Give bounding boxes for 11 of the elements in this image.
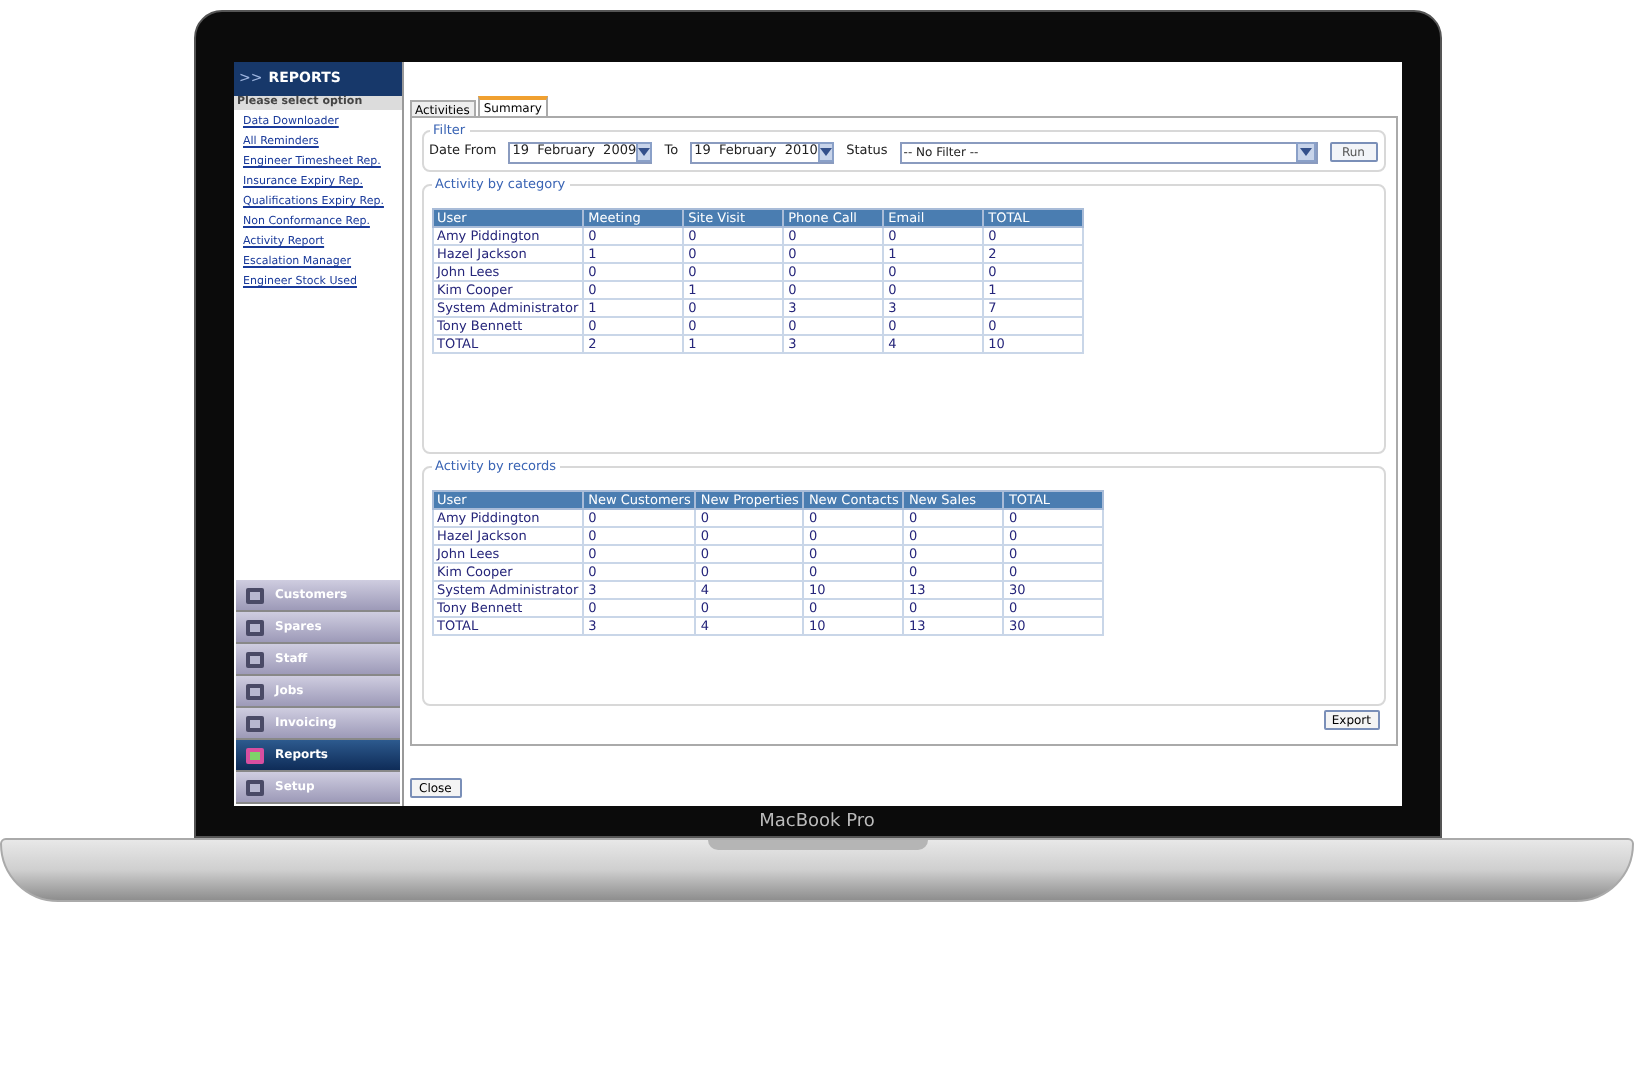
tile-icon — [245, 779, 263, 795]
tile-icon — [245, 651, 263, 667]
dropdown-caret-icon[interactable] — [1295, 142, 1316, 163]
tile-icon — [245, 683, 263, 699]
dropdown-caret-icon[interactable] — [817, 142, 834, 163]
tile-icon — [245, 619, 263, 635]
tile-icon — [245, 587, 263, 603]
tile-icon — [245, 747, 263, 763]
laptop-label: MacBook Pro — [759, 810, 875, 836]
dropdown-caret-icon[interactable] — [636, 142, 653, 163]
tile-icon — [245, 715, 263, 731]
